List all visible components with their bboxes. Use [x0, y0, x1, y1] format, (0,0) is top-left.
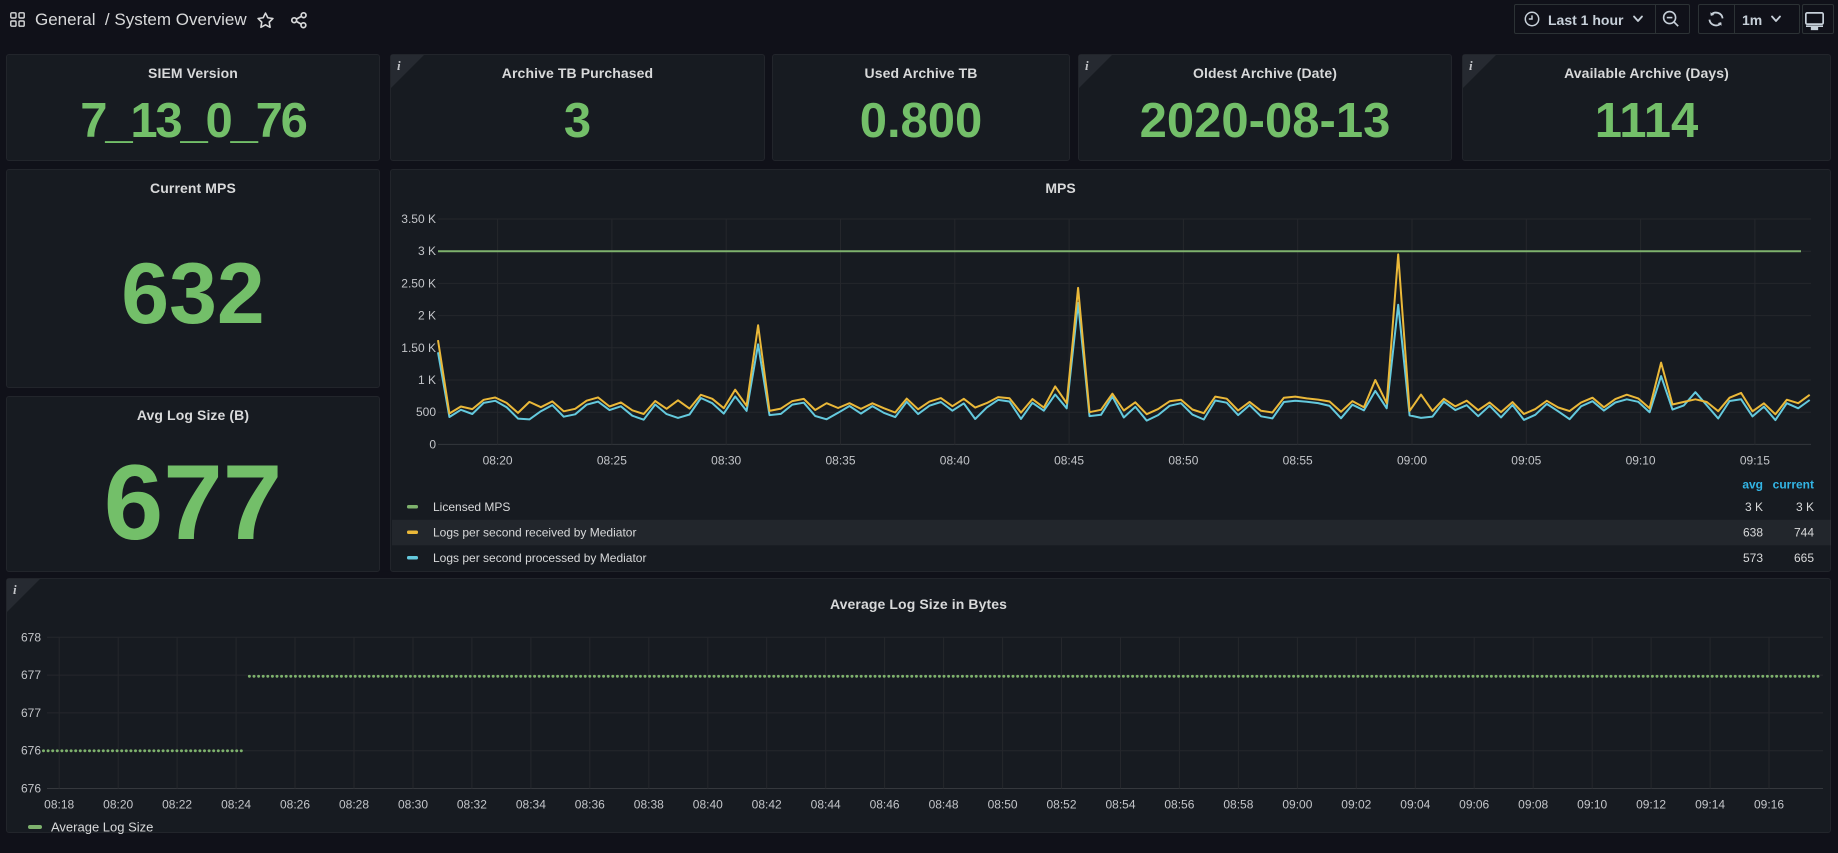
svg-text:08:34: 08:34	[516, 798, 546, 812]
svg-text:09:00: 09:00	[1397, 453, 1427, 467]
svg-text:1.50 K: 1.50 K	[401, 341, 436, 355]
svg-text:3 K: 3 K	[1796, 500, 1814, 514]
svg-text:08:26: 08:26	[280, 798, 310, 812]
svg-text:08:45: 08:45	[1054, 453, 1084, 467]
svg-text:09:05: 09:05	[1511, 453, 1541, 467]
svg-text:1 K: 1 K	[418, 373, 436, 387]
svg-text:3.50 K: 3.50 K	[401, 212, 436, 226]
svg-text:678: 678	[21, 630, 41, 644]
svg-text:09:16: 09:16	[1754, 798, 1784, 812]
svg-text:08:35: 08:35	[825, 453, 855, 467]
svg-text:08:46: 08:46	[870, 798, 900, 812]
svg-text:09:00: 09:00	[1282, 798, 1312, 812]
svg-text:08:40: 08:40	[940, 453, 970, 467]
svg-text:08:18: 08:18	[44, 798, 74, 812]
svg-text:08:50: 08:50	[988, 798, 1018, 812]
svg-text:08:52: 08:52	[1046, 798, 1076, 812]
svg-text:08:30: 08:30	[711, 453, 741, 467]
svg-text:2 K: 2 K	[418, 309, 436, 323]
svg-text:08:22: 08:22	[162, 798, 192, 812]
svg-text:677: 677	[21, 668, 41, 682]
svg-text:Average Log Size: Average Log Size	[51, 820, 153, 835]
svg-text:avg: avg	[1742, 478, 1763, 492]
svg-text:08:25: 08:25	[597, 453, 627, 467]
svg-text:09:10: 09:10	[1577, 798, 1607, 812]
svg-text:744: 744	[1794, 526, 1814, 540]
svg-text:08:42: 08:42	[752, 798, 782, 812]
svg-text:500: 500	[416, 405, 436, 419]
svg-text:Logs per second processed by M: Logs per second processed by Mediator	[433, 551, 646, 565]
svg-text:Logs per second received by Me: Logs per second received by Mediator	[433, 526, 636, 540]
svg-text:3 K: 3 K	[1745, 500, 1763, 514]
svg-text:08:44: 08:44	[811, 798, 841, 812]
svg-text:573: 573	[1743, 551, 1763, 565]
svg-text:08:28: 08:28	[339, 798, 369, 812]
svg-text:08:38: 08:38	[634, 798, 664, 812]
svg-text:3 K: 3 K	[418, 244, 436, 258]
svg-text:09:04: 09:04	[1400, 798, 1430, 812]
svg-text:09:14: 09:14	[1695, 798, 1725, 812]
svg-text:08:32: 08:32	[457, 798, 487, 812]
svg-text:677: 677	[21, 706, 41, 720]
svg-text:09:12: 09:12	[1636, 798, 1666, 812]
svg-text:08:50: 08:50	[1168, 453, 1198, 467]
svg-text:08:40: 08:40	[693, 798, 723, 812]
svg-text:08:54: 08:54	[1105, 798, 1135, 812]
svg-text:09:02: 09:02	[1341, 798, 1371, 812]
svg-text:638: 638	[1743, 526, 1763, 540]
svg-text:08:30: 08:30	[398, 798, 428, 812]
svg-text:08:20: 08:20	[103, 798, 133, 812]
svg-text:2.50 K: 2.50 K	[401, 276, 436, 290]
svg-text:08:20: 08:20	[483, 453, 513, 467]
svg-text:676: 676	[21, 782, 41, 796]
svg-text:08:48: 08:48	[929, 798, 959, 812]
svg-text:current: current	[1773, 478, 1814, 492]
svg-text:08:58: 08:58	[1223, 798, 1253, 812]
svg-text:09:06: 09:06	[1459, 798, 1489, 812]
svg-text:09:08: 09:08	[1518, 798, 1548, 812]
svg-text:665: 665	[1794, 551, 1814, 565]
svg-text:676: 676	[21, 744, 41, 758]
svg-text:09:10: 09:10	[1626, 453, 1656, 467]
svg-text:08:56: 08:56	[1164, 798, 1194, 812]
svg-text:09:15: 09:15	[1740, 453, 1770, 467]
svg-text:08:24: 08:24	[221, 798, 251, 812]
svg-text:08:36: 08:36	[575, 798, 605, 812]
svg-text:0: 0	[429, 437, 436, 451]
svg-text:08:55: 08:55	[1283, 453, 1313, 467]
svg-text:Licensed MPS: Licensed MPS	[433, 500, 510, 514]
